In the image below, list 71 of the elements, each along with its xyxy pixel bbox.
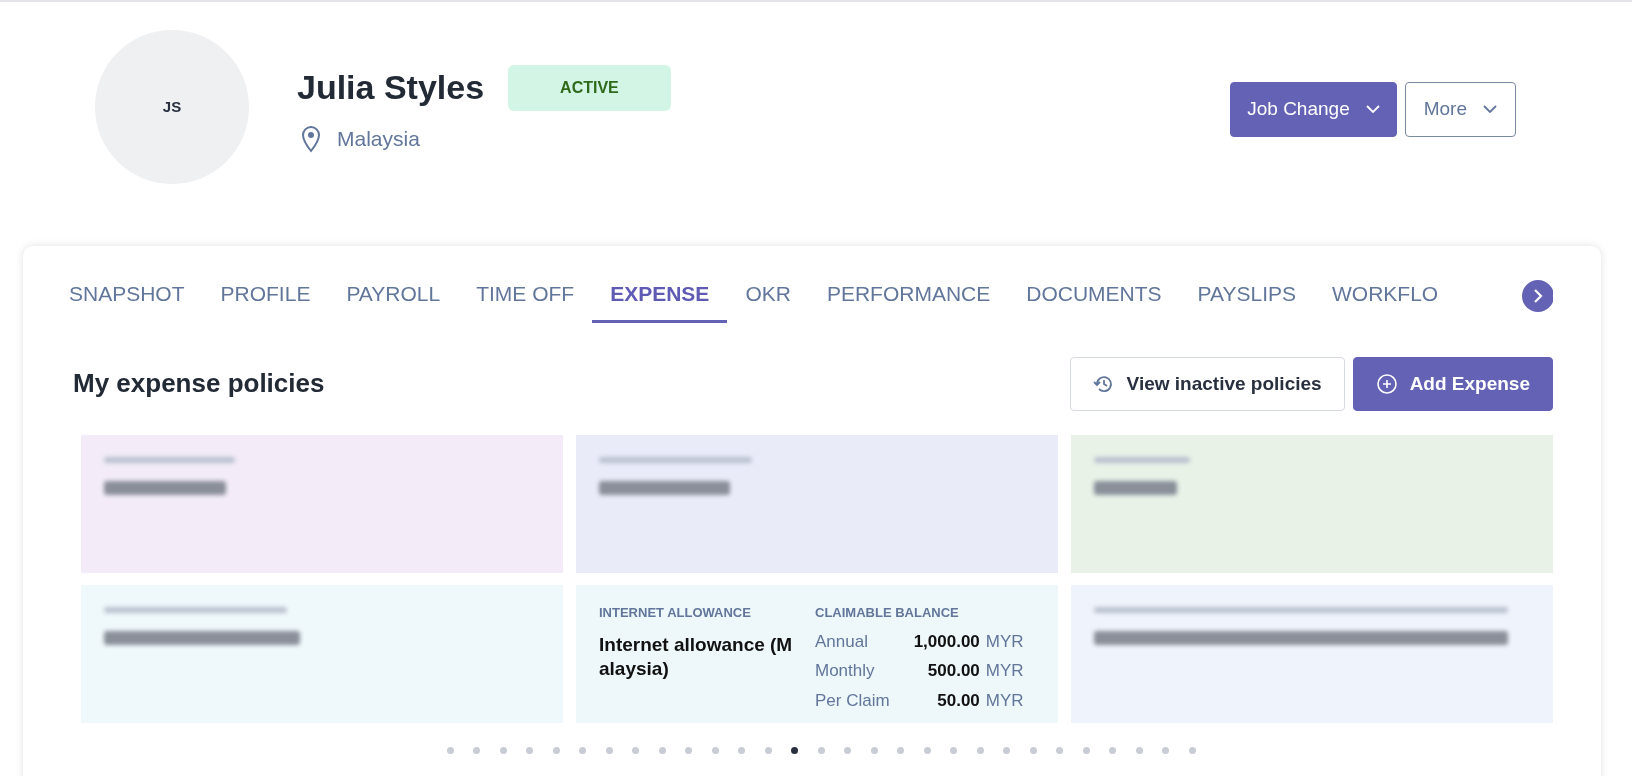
page-dot[interactable]	[473, 747, 480, 754]
location-text: Malaysia	[337, 126, 420, 152]
tab[interactable]: PAYROLL	[328, 270, 459, 323]
next-tabs-button[interactable]	[1522, 280, 1553, 312]
balance-amount: 50.00	[936, 689, 980, 712]
page-dot[interactable]	[685, 747, 692, 754]
page-dot[interactable]	[1135, 747, 1143, 754]
balance-label: Per Claim	[815, 689, 891, 712]
tab[interactable]: TIME OFF	[458, 270, 593, 323]
avatar: JS	[95, 30, 249, 184]
add-expense-button[interactable]: Add Expense	[1352, 356, 1553, 411]
page-dot[interactable]	[1003, 747, 1010, 754]
section-title: My expense policies	[72, 367, 325, 401]
caret-icon	[1483, 104, 1497, 114]
tab[interactable]: DOCUMENTS	[1008, 270, 1180, 323]
currency: MYR	[984, 630, 1024, 653]
status-badge: ACTIVE	[508, 64, 671, 111]
tab[interactable]: SNAPSHOT	[69, 270, 203, 323]
page-dot[interactable]	[1029, 747, 1037, 754]
page-dot[interactable]	[1056, 747, 1063, 754]
tab[interactable]: WORKFLO	[1314, 270, 1457, 323]
tab[interactable]: PAYSLIPS	[1179, 270, 1315, 323]
policy-card[interactable]: INTERNET ALLOWANCE Internet allowance (M alaysia) CLAIMABLE BALANCE Annual 1,000.00 MYR Monthly 500.00 MYR Per Claim 50.00 MYR	[576, 585, 1058, 723]
chevron-right-icon	[1533, 289, 1543, 303]
page-dot[interactable]	[632, 747, 639, 754]
plus-circle-icon	[1375, 372, 1398, 395]
caret-icon	[1365, 104, 1380, 114]
policy-card[interactable]	[81, 585, 563, 723]
policy-name: Internet allowance (M alaysia)	[599, 632, 794, 682]
page-dot[interactable]	[950, 747, 957, 754]
policy-card[interactable]	[1071, 435, 1553, 573]
page-dot[interactable]	[499, 747, 507, 754]
page-dot[interactable]	[1082, 747, 1090, 754]
balance-label: Annual	[815, 626, 914, 656]
page-dot[interactable]	[870, 747, 878, 754]
more-button[interactable]: More	[1404, 82, 1516, 137]
policy-card[interactable]	[81, 435, 563, 573]
policy-card[interactable]	[576, 435, 1058, 573]
page-dot[interactable]	[446, 747, 454, 754]
page-dot[interactable]	[1162, 747, 1169, 754]
tab[interactable]: PERFORMANCE	[808, 270, 1009, 323]
balance-amount: 1,000.00	[913, 630, 980, 653]
page-dot[interactable]	[711, 747, 719, 754]
page-dot[interactable]	[764, 747, 772, 754]
tab[interactable]: PROFILE	[202, 270, 329, 323]
page-dot[interactable]	[738, 747, 745, 754]
page-dot[interactable]	[817, 747, 825, 754]
balance-label: Monthly	[815, 660, 876, 682]
currency: MYR	[984, 660, 1024, 682]
page-dot[interactable]	[844, 747, 851, 754]
page-dot[interactable]	[526, 747, 533, 754]
page-dot[interactable]	[552, 747, 560, 754]
page-dot[interactable]	[976, 747, 984, 754]
job-change-button[interactable]: Job Change	[1230, 82, 1397, 137]
page-dot[interactable]	[923, 747, 931, 754]
balance-amount: 500.00	[926, 660, 980, 682]
location-pin-icon	[301, 124, 321, 153]
page-dot[interactable]	[1188, 747, 1196, 754]
page-dot[interactable]	[897, 747, 904, 754]
tab[interactable]: EXPENSE	[592, 270, 728, 323]
category-label: INTERNET ALLOWANCE	[599, 604, 752, 622]
page-dot[interactable]	[579, 747, 586, 754]
page-dot[interactable]	[1109, 747, 1116, 754]
policy-card[interactable]	[1071, 585, 1553, 723]
page-dot[interactable]	[658, 747, 666, 754]
balance-title: CLAIMABLE BALANCE	[815, 604, 960, 622]
currency: MYR	[984, 689, 1024, 712]
page-dot[interactable]	[605, 747, 613, 754]
tab[interactable]: OKR	[727, 270, 809, 323]
employee-name: Julia Styles	[297, 67, 485, 108]
page-dot[interactable]	[791, 747, 798, 754]
